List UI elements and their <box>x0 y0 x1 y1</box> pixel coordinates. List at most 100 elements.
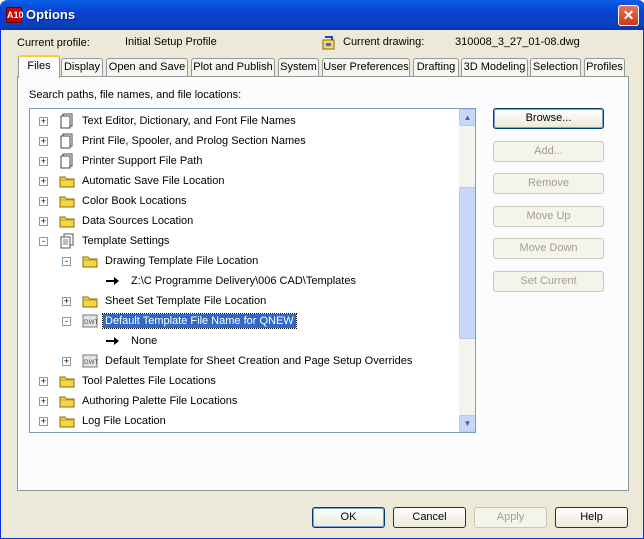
drawing-icon <box>322 36 335 50</box>
dwt-file-icon: DWT <box>82 313 99 329</box>
tree-item[interactable]: + Text Editor, Dictionary, and Font File … <box>30 111 460 131</box>
scroll-up-icon[interactable]: ▲ <box>459 109 475 126</box>
tree-item[interactable]: - DWT Default Template File Name for QNEW <box>30 311 460 331</box>
tree-item[interactable]: + Sheet Set Template File Location <box>30 291 460 311</box>
tab-files[interactable]: Files <box>18 55 60 78</box>
expand-icon[interactable]: + <box>39 377 48 386</box>
tree-vertical-scrollbar[interactable]: ▲ ▼ <box>459 109 475 432</box>
tree-caption: Search paths, file names, and file locat… <box>29 89 242 101</box>
document-stack-icon <box>59 133 75 149</box>
arrow-icon <box>105 333 121 349</box>
current-profile-value: Initial Setup Profile <box>125 36 217 48</box>
tree-item-label: Color Book Locations <box>82 195 187 207</box>
expand-icon[interactable]: + <box>39 417 48 426</box>
expand-icon[interactable]: + <box>39 157 48 166</box>
tree-item[interactable]: + Tool Palettes File Locations <box>30 371 460 391</box>
tab-user-preferences[interactable]: User Preferences <box>322 58 410 77</box>
collapse-icon[interactable]: - <box>62 257 71 266</box>
tree-item-label: Z:\C Programme Delivery\006 CAD\Template… <box>131 275 356 287</box>
document-stack-icon <box>59 113 75 129</box>
expand-icon[interactable]: + <box>62 357 71 366</box>
tab-selection[interactable]: Selection <box>530 58 581 77</box>
tree-item[interactable]: + Log File Location <box>30 411 460 431</box>
current-drawing-value: 310008_3_27_01-08.dwg <box>455 36 580 48</box>
tree-item-label: Log File Location <box>82 415 166 427</box>
options-dialog: A10 Options ✕ Current profile: Initial S… <box>0 0 644 539</box>
tree-item[interactable]: + Data Sources Location <box>30 211 460 231</box>
tree-item[interactable]: + Color Book Locations <box>30 191 460 211</box>
dwt-file-icon: DWT <box>82 353 99 369</box>
tree-item[interactable]: - Drawing Template File Location <box>30 251 460 271</box>
folder-icon <box>82 253 98 269</box>
tree-item-label: Sheet Set Template File Location <box>105 295 267 307</box>
close-button[interactable]: ✕ <box>618 5 639 26</box>
cancel-button[interactable]: Cancel <box>393 507 466 528</box>
folder-icon <box>59 373 75 389</box>
autocad-app-icon: A10 <box>6 7 24 23</box>
tab-system[interactable]: System <box>278 58 319 77</box>
tree-item-label: Authoring Palette File Locations <box>82 395 238 407</box>
svg-text:DWT: DWT <box>84 319 98 326</box>
tree-item[interactable]: Z:\C Programme Delivery\006 CAD\Template… <box>30 271 460 291</box>
document-stack-icon <box>59 153 75 169</box>
expand-icon[interactable]: + <box>39 137 48 146</box>
remove-button[interactable]: Remove <box>493 173 604 194</box>
tab-plot-and-publish[interactable]: Plot and Publish <box>191 58 275 77</box>
collapse-icon[interactable]: - <box>62 317 71 326</box>
current-profile-label: Current profile: <box>17 37 90 49</box>
help-button[interactable]: Help <box>555 507 628 528</box>
collapse-icon[interactable]: - <box>39 237 48 246</box>
apply-button[interactable]: Apply <box>474 507 547 528</box>
tree-item[interactable]: + Automatic Save File Location <box>30 171 460 191</box>
arrow-icon <box>105 273 121 289</box>
title-bar[interactable]: A10 Options ✕ <box>1 0 644 30</box>
template-stack-icon <box>59 233 75 249</box>
folder-icon <box>59 213 75 229</box>
expand-icon[interactable]: + <box>39 397 48 406</box>
ok-button[interactable]: OK <box>312 507 385 528</box>
tree-item-label: Tool Palettes File Locations <box>82 375 216 387</box>
tree-item-label: Template Settings <box>82 235 170 247</box>
tree-item-label: Drawing Template File Location <box>105 255 259 267</box>
move-down-button[interactable]: Move Down <box>493 238 604 259</box>
add-button[interactable]: Add... <box>493 141 604 162</box>
expand-icon[interactable]: + <box>39 217 48 226</box>
scroll-down-icon[interactable]: ▼ <box>459 415 475 432</box>
tree-item[interactable]: None <box>30 331 460 351</box>
scroll-thumb[interactable] <box>459 187 475 339</box>
folder-icon <box>59 393 75 409</box>
file-locations-tree[interactable]: + Log File Location + Authoring Palette Fil… <box>29 108 476 433</box>
tree-item-label: Text Editor, Dictionary, and Font File N… <box>82 115 296 127</box>
current-drawing-label: Current drawing: <box>343 36 425 48</box>
tree-item-label: Data Sources Location <box>82 215 194 227</box>
tree-item-label: Default Template for Sheet Creation and … <box>105 355 413 367</box>
folder-icon <box>82 293 98 309</box>
folder-icon <box>59 193 75 209</box>
svg-text:DWT: DWT <box>84 359 98 366</box>
browse-button[interactable]: Browse... <box>493 108 604 129</box>
expand-icon[interactable]: + <box>39 117 48 126</box>
tree-item-label: None <box>131 335 158 347</box>
tree-item[interactable]: - Template Settings <box>30 231 460 251</box>
expand-icon[interactable]: + <box>39 177 48 186</box>
tree-item[interactable]: + Print File, Spooler, and Prolog Section… <box>30 131 460 151</box>
set-current-button[interactable]: Set Current <box>493 271 604 292</box>
folder-icon <box>59 173 75 189</box>
tree-item-label: Automatic Save File Location <box>82 175 225 187</box>
tree-item[interactable]: + Authoring Palette File Locations <box>30 391 460 411</box>
tab-profiles[interactable]: Profiles <box>584 58 625 77</box>
tree-item-label: Printer Support File Path <box>82 155 203 167</box>
tab-display[interactable]: Display <box>61 58 103 77</box>
tree-item[interactable]: + DWT Default Template for Sheet Creation … <box>30 351 460 371</box>
tree-item-label: Default Template File Name for QNEW <box>102 313 297 329</box>
tab-3d-modeling[interactable]: 3D Modeling <box>461 58 528 77</box>
tree-item-label: Print File, Spooler, and Prolog Section … <box>82 135 306 147</box>
tree-item[interactable]: + Printer Support File Path <box>30 151 460 171</box>
window-title: Options <box>26 7 76 22</box>
expand-icon[interactable]: + <box>39 197 48 206</box>
tab-drafting[interactable]: Drafting <box>413 58 459 77</box>
tab-open-and-save[interactable]: Open and Save <box>106 58 188 77</box>
folder-icon <box>59 413 75 429</box>
expand-icon[interactable]: + <box>62 297 71 306</box>
move-up-button[interactable]: Move Up <box>493 206 604 227</box>
